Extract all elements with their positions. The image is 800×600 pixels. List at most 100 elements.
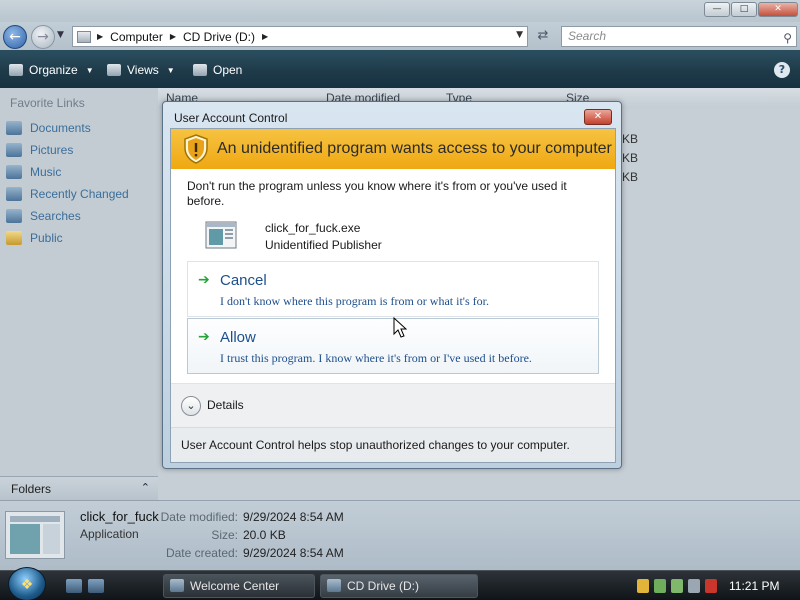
chevron-down-icon: ▼ xyxy=(85,65,94,75)
folders-label: Folders xyxy=(11,482,52,496)
address-bar[interactable]: ▶ Computer ▶ CD Drive (D:) ▶ ▼ xyxy=(72,26,528,47)
close-dialog-button[interactable]: ✕ xyxy=(584,109,612,125)
size-label: Size: xyxy=(211,528,238,542)
network-icon[interactable] xyxy=(654,579,666,593)
banner-message: An unidentified program wants access to … xyxy=(217,140,612,157)
cd-drive-icon xyxy=(327,579,341,592)
nav-link-recently-changed[interactable]: Recently Changed xyxy=(6,185,129,203)
nav-link-label: Recently Changed xyxy=(30,187,129,201)
minimize-button[interactable]: — xyxy=(704,2,730,17)
uac-dialog: User Account Control ✕ An unidentified p… xyxy=(162,101,622,469)
clock[interactable]: 11:21 PM xyxy=(729,579,779,593)
nav-link-pictures[interactable]: Pictures xyxy=(6,141,73,159)
search-input[interactable]: Search ⚲ xyxy=(561,26,797,47)
warning-text: Don't run the program unless you know wh… xyxy=(187,179,567,208)
arrow-right-icon: ➔ xyxy=(198,329,210,345)
security-shield-icon[interactable] xyxy=(637,579,649,593)
folders-toggle[interactable]: Folders ⌃ xyxy=(0,476,158,500)
size-value: 20.0 KB xyxy=(243,528,286,542)
search-icon[interactable]: ⚲ xyxy=(783,29,792,48)
show-desktop-icon[interactable] xyxy=(66,579,82,593)
program-icon xyxy=(205,221,237,249)
recently-changed-icon xyxy=(6,187,22,201)
help-icon[interactable]: ? xyxy=(774,62,790,78)
allow-title: Allow xyxy=(220,329,256,346)
updates-icon[interactable] xyxy=(671,579,683,593)
warning-banner: An unidentified program wants access to … xyxy=(171,129,615,169)
views-label: Views xyxy=(127,63,159,77)
selected-file-name: click_for_fuck xyxy=(80,509,159,524)
address-row: ← → ▼ ▶ Computer ▶ CD Drive (D:) ▶ ▼ ⇄ S… xyxy=(0,22,800,50)
details-toggle-row: ⌄ Details xyxy=(171,383,615,427)
back-button[interactable]: ← xyxy=(3,25,27,49)
details-toggle[interactable]: Details xyxy=(207,398,244,412)
chevron-up-icon: ⌃ xyxy=(140,481,150,494)
taskbar: ❖ Welcome Center CD Drive (D:) 11:21 PM xyxy=(0,567,800,600)
address-dropdown-icon[interactable]: ▼ xyxy=(516,30,523,40)
open-icon xyxy=(193,64,207,76)
date-modified-label: Date modified: xyxy=(160,510,238,524)
breadcrumb-cd-drive[interactable]: CD Drive (D:) xyxy=(183,30,255,44)
chevron-down-icon[interactable]: ⌄ xyxy=(181,396,201,416)
favorite-links-heading: Favorite Links xyxy=(10,96,85,110)
switch-windows-icon[interactable] xyxy=(88,579,104,593)
public-folder-icon xyxy=(6,231,22,245)
taskbar-item-cd-drive[interactable]: CD Drive (D:) xyxy=(320,574,478,598)
forward-button[interactable]: → xyxy=(31,25,55,49)
organize-icon xyxy=(9,64,23,76)
footer-text: User Account Control helps stop unauthor… xyxy=(181,438,570,452)
monitor-icon[interactable] xyxy=(688,579,700,593)
details-pane: click_for_fuck Application Date modified… xyxy=(0,500,800,570)
start-button[interactable]: ❖ xyxy=(8,567,46,600)
date-created-label: Date created: xyxy=(165,546,238,560)
dialog-footer: User Account Control helps stop unauthor… xyxy=(171,427,615,462)
date-created-value: 9/29/2024 8:54 AM xyxy=(243,546,344,560)
breadcrumb-computer[interactable]: Computer xyxy=(110,30,163,44)
file-size-cell: KB xyxy=(622,132,639,146)
computer-icon xyxy=(77,30,91,43)
organize-button[interactable]: Organize ▼ xyxy=(9,62,94,78)
maximize-button[interactable]: □ xyxy=(731,2,757,17)
dialog-title: User Account Control xyxy=(174,111,288,125)
taskbar-item-label: CD Drive (D:) xyxy=(347,579,419,593)
uac-body: An unidentified program wants access to … xyxy=(170,128,616,463)
program-publisher: Unidentified Publisher xyxy=(265,238,382,252)
welcome-center-icon xyxy=(170,579,184,592)
nav-link-searches[interactable]: Searches xyxy=(6,207,81,225)
nav-link-documents[interactable]: Documents xyxy=(6,119,91,137)
volume-muted-icon[interactable] xyxy=(705,579,717,593)
taskbar-item-welcome-center[interactable]: Welcome Center xyxy=(163,574,315,598)
music-icon xyxy=(6,165,22,179)
program-name: click_for_fuck.exe xyxy=(265,221,361,235)
date-modified-value: 9/29/2024 8:54 AM xyxy=(243,510,344,524)
nav-link-public[interactable]: Public xyxy=(6,229,63,247)
file-size-cell: KB xyxy=(622,170,639,184)
caption-buttons: — □ ✕ xyxy=(703,2,798,17)
pictures-icon xyxy=(6,143,22,157)
searches-icon xyxy=(6,209,22,223)
chevron-right-icon[interactable]: ▶ xyxy=(262,32,268,41)
nav-link-music[interactable]: Music xyxy=(6,163,61,181)
file-size-cell: KB xyxy=(622,151,639,165)
mouse-cursor-icon xyxy=(393,317,407,338)
cancel-description: I don't know where this program is from … xyxy=(220,294,489,308)
close-window-button[interactable]: ✕ xyxy=(758,2,798,17)
chevron-right-icon[interactable]: ▶ xyxy=(97,32,103,41)
refresh-button[interactable]: ⇄ xyxy=(531,26,555,47)
views-button[interactable]: Views ▼ xyxy=(107,62,175,78)
open-label: Open xyxy=(213,63,243,77)
cancel-option[interactable]: ➔ Cancel I don't know where this program… xyxy=(187,261,599,317)
arrow-right-icon: ➔ xyxy=(198,272,210,288)
application-thumbnail-icon xyxy=(5,511,65,559)
views-icon xyxy=(107,64,121,76)
navigation-pane: Favorite Links Documents Pictures Music … xyxy=(0,88,158,476)
warning-shield-icon xyxy=(184,134,208,164)
chevron-right-icon[interactable]: ▶ xyxy=(170,32,176,41)
documents-icon xyxy=(6,121,22,135)
allow-description: I trust this program. I know where it's … xyxy=(220,351,532,365)
organize-label: Organize xyxy=(29,63,78,77)
command-toolbar: Organize ▼ Views ▼ Open ? xyxy=(0,50,800,88)
chevron-down-icon: ▼ xyxy=(166,65,175,75)
open-button[interactable]: Open xyxy=(193,62,242,78)
recent-pages-dropdown[interactable]: ▼ xyxy=(57,30,64,40)
